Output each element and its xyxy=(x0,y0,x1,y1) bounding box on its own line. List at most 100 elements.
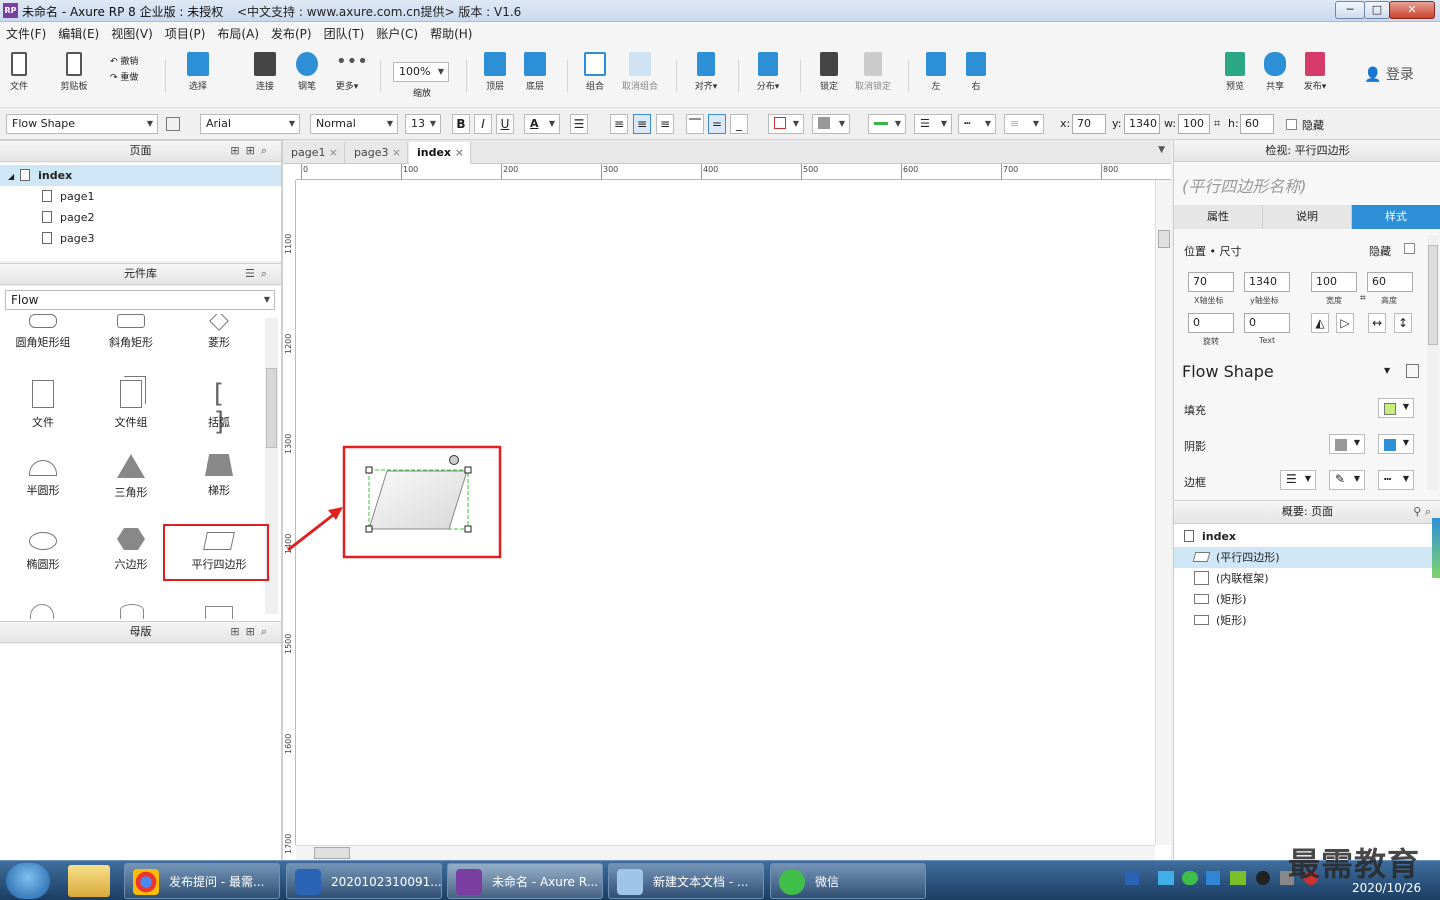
file-button[interactable]: 文件 xyxy=(6,52,32,92)
publish-button[interactable]: 发布▾ xyxy=(1298,52,1332,92)
outline-item-parallelogram[interactable]: (平行四边形) xyxy=(1174,547,1440,568)
align-center-button[interactable]: ≡ xyxy=(633,114,651,134)
parallelogram-shape[interactable] xyxy=(368,470,468,530)
fit-width-button[interactable]: ↔ xyxy=(1368,313,1386,333)
width-input[interactable]: 100 xyxy=(1311,272,1357,292)
menu-project[interactable]: 项目(P) xyxy=(159,22,212,46)
lib-item-bracket[interactable]: [ ] 括弧 xyxy=(179,380,259,436)
bullet-list-button[interactable]: ☰ xyxy=(570,114,588,134)
text-rotation-input[interactable]: 0 xyxy=(1244,313,1290,333)
x-coord-input[interactable]: 70 xyxy=(1188,272,1234,292)
align-top-button[interactable]: ⎺ xyxy=(686,114,704,134)
undo-button[interactable]: ↶ 撤销 xyxy=(110,54,138,67)
italic-button[interactable]: I xyxy=(474,114,492,134)
resize-handle[interactable] xyxy=(464,466,472,474)
rotation-input[interactable]: 0 xyxy=(1188,313,1234,333)
ime-icon[interactable] xyxy=(1125,871,1139,885)
close-tab-icon[interactable]: × xyxy=(392,142,401,164)
constrain-icon[interactable]: ⌗ xyxy=(1360,293,1366,304)
start-button[interactable] xyxy=(6,863,50,899)
font-color-select[interactable]: A ▼ xyxy=(524,114,560,134)
align-right-button[interactable]: ≡ xyxy=(656,114,674,134)
tray-wechat-icon[interactable] xyxy=(1182,871,1198,885)
style-select[interactable]: Flow Shape ▼ xyxy=(6,114,158,134)
canvas-horizontal-scrollbar[interactable] xyxy=(296,845,1155,860)
connect-button[interactable]: 连接 xyxy=(250,52,280,92)
page-item-page2[interactable]: page2 xyxy=(0,207,281,228)
align-bottom-button[interactable]: _ xyxy=(730,114,748,134)
outline-item-rectangle[interactable]: (矩形) xyxy=(1174,610,1440,631)
menu-team[interactable]: 团队(T) xyxy=(318,22,371,46)
ungroup-button[interactable]: 取消组合 xyxy=(616,52,664,92)
clock-date[interactable]: 2020/10/26 xyxy=(1352,881,1421,895)
outline-item-rectangle[interactable]: (矩形) xyxy=(1174,589,1440,610)
bold-button[interactable]: B xyxy=(452,114,470,134)
shadow-select[interactable]: ▼ xyxy=(812,114,850,134)
lib-item-bevel-rect[interactable]: 斜角矩形 xyxy=(91,314,171,350)
align-button[interactable]: 对齐▾ xyxy=(688,52,724,92)
lib-item-file-group[interactable]: 文件组 xyxy=(91,380,171,430)
style-dropdown-icon[interactable]: ▼ xyxy=(1384,366,1390,375)
lock-button[interactable]: 锁定 xyxy=(814,52,844,92)
more-button[interactable]: ••• 更多▾ xyxy=(330,52,368,93)
flip-horizontal-button[interactable]: ◭ xyxy=(1311,313,1329,333)
task-chrome[interactable]: 发布提问 - 最需... xyxy=(124,863,280,899)
zoom-select[interactable]: 100% ▼ xyxy=(393,62,449,82)
close-button[interactable]: ✕ xyxy=(1389,1,1435,19)
outer-shadow-picker[interactable]: ▼ xyxy=(1329,434,1365,454)
outline-root[interactable]: index xyxy=(1174,526,1440,547)
tab-properties[interactable]: 属性 xyxy=(1174,205,1263,229)
style-edit-icon[interactable] xyxy=(1406,364,1419,378)
lib-item-diamond[interactable]: 菱形 xyxy=(179,314,259,350)
flip-vertical-button[interactable]: ▷ xyxy=(1336,313,1354,333)
font-select[interactable]: Arial ▼ xyxy=(200,114,300,134)
shape-name-input[interactable]: (平行四边形名称) xyxy=(1182,173,1307,197)
select-button[interactable]: 选择 xyxy=(178,52,218,92)
qq-icon[interactable] xyxy=(1256,871,1270,885)
tab-index[interactable]: index × xyxy=(409,142,471,164)
h-input[interactable]: 60 xyxy=(1240,114,1274,134)
menu-edit[interactable]: 编辑(E) xyxy=(52,22,105,46)
lib-item-trapezoid[interactable]: 梯形 xyxy=(179,454,259,498)
arrow-style-select[interactable]: ≡ ▼ xyxy=(1004,114,1044,134)
close-tab-icon[interactable]: × xyxy=(329,142,338,164)
task-notepad[interactable]: 新建文本文档 - ... xyxy=(608,863,764,899)
filter-icon[interactable]: ⚲ ⌕ xyxy=(1413,501,1431,523)
x-input[interactable]: 70 xyxy=(1072,114,1106,134)
send-to-back-button[interactable]: 底层 xyxy=(520,52,550,92)
page-item-page3[interactable]: page3 xyxy=(0,228,281,249)
right-button[interactable]: 右 xyxy=(962,52,990,92)
constrain-icon[interactable]: ⌗ xyxy=(1214,117,1220,131)
lib-item-hexagon[interactable]: 六边形 xyxy=(91,528,171,572)
border-width-picker[interactable]: ☰ ▼ xyxy=(1280,470,1316,490)
align-middle-button[interactable]: = xyxy=(708,114,726,134)
minimize-button[interactable]: ─ xyxy=(1335,1,1365,19)
bring-to-front-button[interactable]: 顶层 xyxy=(480,52,510,92)
task-word[interactable]: 2020102310091... xyxy=(286,863,442,899)
login-button[interactable]: 👤 登录 xyxy=(1364,64,1414,84)
hidden-checkbox[interactable] xyxy=(1286,119,1297,130)
resize-handle[interactable] xyxy=(365,525,373,533)
style-edit-icon[interactable] xyxy=(166,117,180,131)
explorer-icon[interactable] xyxy=(68,865,110,897)
line-width-select[interactable]: ☰ ▼ xyxy=(914,114,952,134)
border-pattern-picker[interactable]: ┅ ▼ xyxy=(1378,470,1414,490)
hidden-checkbox[interactable] xyxy=(1404,243,1415,254)
clipboard-button[interactable]: 剪贴板 xyxy=(56,52,92,92)
menu-account[interactable]: 账户(C) xyxy=(370,22,424,46)
menu-help[interactable]: 帮助(H) xyxy=(424,22,478,46)
border-color-picker[interactable]: ✎ ▼ xyxy=(1329,470,1365,490)
close-tab-icon[interactable]: × xyxy=(455,142,464,164)
w-input[interactable]: 100 xyxy=(1178,114,1210,134)
font-weight-select[interactable]: Normal ▼ xyxy=(310,114,398,134)
maximize-button[interactable]: □ xyxy=(1364,1,1390,19)
tray-app-icon[interactable] xyxy=(1158,871,1174,885)
menu-file[interactable]: 文件(F) xyxy=(0,22,52,46)
distribute-button[interactable]: 分布▾ xyxy=(750,52,786,92)
task-wechat[interactable]: 微信 xyxy=(770,863,926,899)
height-input[interactable]: 60 xyxy=(1367,272,1413,292)
tab-notes[interactable]: 说明 xyxy=(1263,205,1352,229)
tab-page1[interactable]: page1 × xyxy=(283,142,345,164)
shield-icon[interactable] xyxy=(1206,871,1220,885)
lib-item-rounded-rect-group[interactable]: 圆角矩形组 xyxy=(3,314,83,350)
